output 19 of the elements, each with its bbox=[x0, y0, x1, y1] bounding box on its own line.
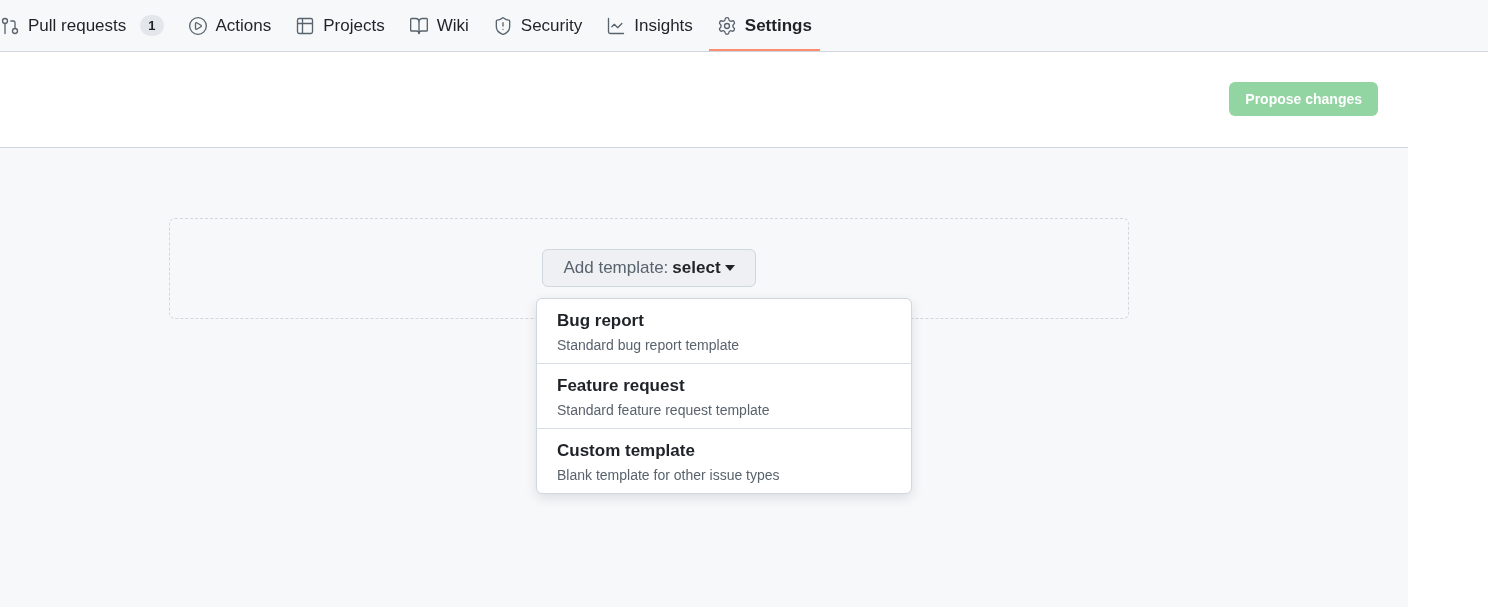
pull-request-icon bbox=[0, 15, 20, 36]
settings-icon bbox=[716, 15, 737, 36]
line-chart-icon bbox=[606, 15, 627, 36]
table-icon bbox=[295, 15, 316, 36]
menu-item[interactable]: Bug report Standard bug report template bbox=[537, 299, 911, 363]
nav-tab[interactable]: Actions bbox=[179, 0, 280, 51]
caret-icon bbox=[724, 265, 735, 271]
nav-tab[interactable]: Pull requests 1 bbox=[0, 0, 172, 51]
book-icon bbox=[408, 15, 429, 36]
count-badge: 1 bbox=[140, 15, 164, 36]
nav-tab[interactable]: Insights bbox=[598, 0, 701, 51]
menu-item[interactable]: Feature request Standard feature request template bbox=[537, 363, 911, 428]
nav-tab[interactable]: Settings bbox=[708, 0, 820, 51]
menu-item[interactable]: Custom template Blank template for other issue types bbox=[537, 428, 911, 493]
nav-tab[interactable]: Projects bbox=[287, 0, 393, 51]
play-circle-icon bbox=[187, 15, 208, 36]
add-template-dropdown[interactable]: Add template: select bbox=[542, 249, 756, 287]
nav-tab[interactable]: Wiki bbox=[400, 0, 477, 51]
nav-tab[interactable]: Security bbox=[484, 0, 591, 51]
